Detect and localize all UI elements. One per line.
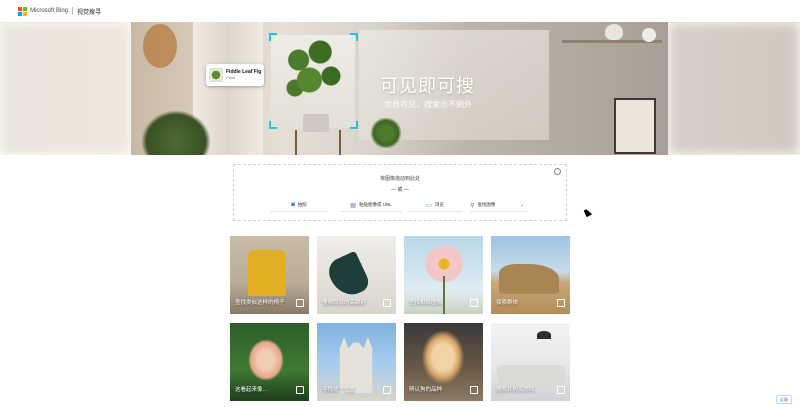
- example-tile-tulip[interactable]: 这看起来像...: [230, 323, 309, 401]
- result-tag[interactable]: Fiddle Leaf Fig Plant: [206, 64, 264, 86]
- crop-handle-bottom-right[interactable]: [350, 121, 358, 129]
- example-tile-sphinx[interactable]: 探索群体: [491, 236, 570, 314]
- framed-picture-decor: [614, 98, 656, 154]
- hero-title: 可见即可搜: [380, 76, 475, 96]
- hero-blur-right: [668, 22, 800, 155]
- visual-search-icon[interactable]: [470, 386, 478, 394]
- example-tile-temple[interactable]: 寻找这个位置: [317, 323, 396, 401]
- tulip-image: [248, 339, 284, 381]
- find-image-label: 查找图像: [477, 202, 496, 207]
- image-drop-zone[interactable]: 将图像拖动到此处 — 或 — ◙ 拍照 ▤ 粘贴图像或 URL ▭ 浏览 ⚲ 查…: [233, 164, 567, 221]
- hero-blur-left: [0, 22, 131, 155]
- browse-label: 浏览: [434, 202, 444, 207]
- plant-stand: [295, 130, 341, 155]
- crop-handle-bottom-left[interactable]: [269, 121, 277, 129]
- example-tile-shoe[interactable]: 搜索同款的高跟鞋: [317, 236, 396, 314]
- visual-search-icon[interactable]: [557, 386, 565, 394]
- small-plant-decor: [369, 118, 403, 148]
- example-tile-chair[interactable]: 查找类似这样的椅子: [230, 236, 309, 314]
- example-tile-room[interactable]: 搜索并购买房间: [491, 323, 570, 401]
- visual-search-icon[interactable]: [383, 299, 391, 307]
- search-icon: ⚲: [470, 202, 475, 209]
- plant-decor: [141, 110, 211, 155]
- shoe-image: [324, 250, 372, 302]
- take-photo-label: 拍照: [297, 202, 307, 207]
- brand-name[interactable]: Microsoft Bing: [30, 8, 68, 14]
- camera-icon: ◙: [291, 202, 295, 208]
- drop-instruction: 将图像拖动到此处: [379, 176, 420, 182]
- tile-label: 查找类似这样的椅子: [235, 300, 285, 306]
- example-tile-dog[interactable]: 辨认狗的品种: [404, 323, 483, 401]
- sphinx-image: [499, 264, 559, 294]
- paste-url-label: 粘贴图像或 URL: [358, 202, 392, 207]
- tile-label: 辨认狗的品种: [409, 387, 443, 393]
- tile-label: 这看起来像...: [235, 387, 268, 393]
- section-title[interactable]: 视觉搜寻: [77, 7, 101, 16]
- chair-image: [248, 250, 286, 296]
- plant-thumbnail: [209, 68, 223, 82]
- bowl-decor: [605, 24, 623, 40]
- visual-search-icon[interactable]: [557, 299, 565, 307]
- flower-stem: [443, 276, 445, 314]
- take-photo-button[interactable]: ◙ 拍照: [270, 199, 328, 212]
- tile-label: 探索群体: [496, 300, 519, 306]
- fiddle-leaf-fig: [277, 32, 349, 112]
- microsoft-logo-icon[interactable]: [18, 6, 27, 16]
- or-separator: — 或 —: [391, 187, 409, 193]
- feedback-button[interactable]: 反馈: [776, 395, 792, 404]
- tile-label: 搜索并购买房间: [496, 387, 535, 393]
- mirror-decor: [143, 24, 177, 68]
- dog-image: [418, 331, 468, 389]
- top-bar: Microsoft Bing 视觉搜寻: [0, 0, 800, 23]
- tag-subtitle: Plant: [226, 74, 236, 80]
- visual-search-icon[interactable]: [383, 386, 391, 394]
- visual-search-icon[interactable]: [470, 299, 478, 307]
- paste-url-button[interactable]: ▤ 粘贴图像或 URL: [340, 199, 402, 212]
- divider: [72, 7, 74, 15]
- example-tile-flower[interactable]: 查找相似图像: [404, 236, 483, 314]
- lamp-image: [537, 331, 551, 339]
- chevron-down-icon[interactable]: ⌄: [520, 202, 524, 208]
- browse-button[interactable]: ▭ 浏览: [408, 199, 462, 212]
- tile-label: 搜索同款的高跟鞋: [322, 300, 367, 306]
- crop-handle-top-right[interactable]: [350, 33, 358, 41]
- vase-decor: [642, 28, 656, 42]
- mouse-cursor-icon: [583, 208, 593, 217]
- find-image-button[interactable]: ⚲ 查找图像 ⌄: [470, 199, 528, 212]
- crop-handle-top-left[interactable]: [269, 33, 277, 41]
- hero-banner: Fiddle Leaf Fig Plant 可见即可搜 世界可见，搜索也不例外: [0, 22, 800, 155]
- browse-icon: ▭: [426, 202, 432, 209]
- visual-search-icon[interactable]: [296, 386, 304, 394]
- visual-search-icon[interactable]: [296, 299, 304, 307]
- paste-icon: ▤: [350, 202, 356, 209]
- tile-label: 查找相似图像: [409, 300, 443, 306]
- hero-subtitle: 世界可见，搜索也不例外: [384, 100, 472, 109]
- settings-icon[interactable]: [554, 168, 561, 175]
- tile-label: 寻找这个位置: [322, 387, 356, 393]
